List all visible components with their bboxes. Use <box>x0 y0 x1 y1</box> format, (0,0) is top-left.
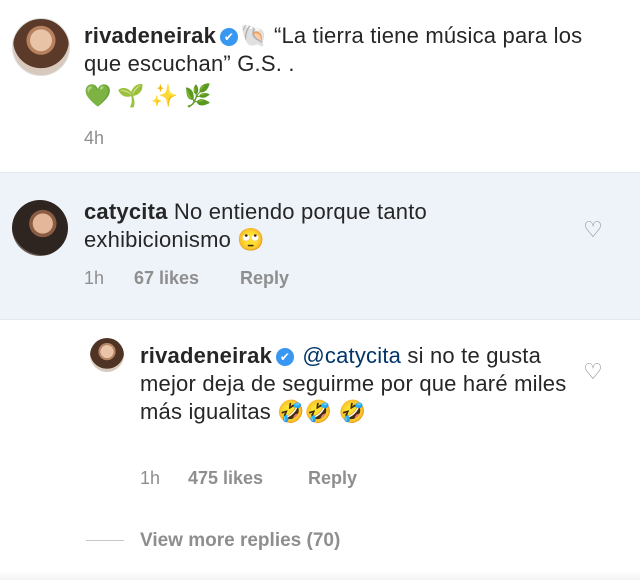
comment-text-block: catycita No entiendo porque tanto exhibi… <box>84 198 564 254</box>
heart-icon[interactable]: ♡ <box>582 219 604 241</box>
avatar[interactable] <box>12 18 70 76</box>
green-heart-emoji: 💚 <box>84 83 112 108</box>
comment-timestamp: 1h <box>84 268 105 288</box>
avatar[interactable] <box>90 338 124 372</box>
reply-button[interactable]: Reply <box>308 468 357 489</box>
comment-likes[interactable]: 67 likes <box>134 268 199 289</box>
verified-icon: ✔ <box>220 28 239 46</box>
reply-username[interactable]: rivadeneirak <box>140 343 272 368</box>
reply-button[interactable]: Reply <box>240 268 289 289</box>
shell-emoji: 🐚 <box>240 23 268 48</box>
mention-link[interactable]: @catycita <box>302 343 401 368</box>
verified-icon: ✔ <box>276 348 295 366</box>
bottom-fade <box>0 572 640 580</box>
divider-line <box>86 540 124 541</box>
caption-timestamp: 4h <box>84 128 105 148</box>
reply-text-block: rivadeneirak ✔ @catycita si no te gusta m… <box>140 342 580 426</box>
view-more-replies-button[interactable]: View more replies (70) <box>140 530 340 552</box>
caption-emoji-line: 💚 🌱 ✨ 🌿 <box>84 82 218 110</box>
caption-username[interactable]: rivadeneirak <box>84 23 216 48</box>
caption-text-block: rivadeneirak ✔ 🐚 “La tierra tiene música p… <box>84 22 624 78</box>
comments-screen: rivadeneirak ✔ 🐚 “La tierra tiene música p… <box>0 0 640 580</box>
seedling-emoji: 🌱 <box>117 83 145 108</box>
avatar[interactable] <box>12 200 68 256</box>
herb-emoji: 🌿 <box>184 83 212 108</box>
sparkles-emoji: ✨ <box>150 83 179 108</box>
reply-timestamp: 1h <box>140 468 161 488</box>
heart-icon[interactable]: ♡ <box>582 361 604 383</box>
reply-likes[interactable]: 475 likes <box>188 468 263 489</box>
comment-username[interactable]: catycita <box>84 199 168 224</box>
